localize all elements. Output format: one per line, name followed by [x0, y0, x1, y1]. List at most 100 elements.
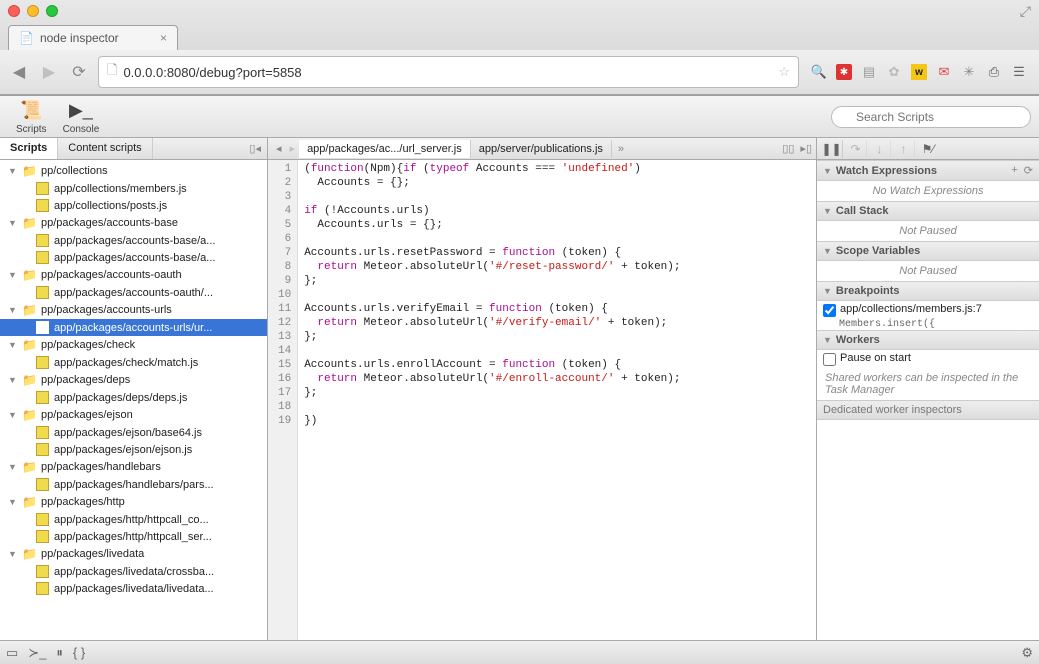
step-over-button[interactable]: ↷ [845, 140, 867, 158]
pause-icon[interactable]: ⏸ [56, 645, 63, 661]
close-window-button[interactable] [8, 5, 20, 17]
tree-file[interactable]: app/collections/members.js [0, 180, 267, 197]
callstack-status: Not Paused [817, 221, 1039, 241]
tree-file[interactable]: app/packages/accounts-oauth/... [0, 284, 267, 301]
workers-section-header[interactable]: ▼ Workers [817, 330, 1039, 350]
chevron-down-icon: ▼ [8, 375, 18, 385]
back-button[interactable]: ◀ [8, 61, 30, 83]
breakpoint-checkbox[interactable] [823, 304, 836, 317]
refresh-watch-icon[interactable]: ⟳ [1024, 164, 1033, 177]
tree-file[interactable]: app/packages/accounts-base/a... [0, 249, 267, 266]
settings-gear-icon[interactable]: ⚙ [1021, 645, 1033, 661]
tree-file[interactable]: app/packages/accounts-urls/ur... [0, 319, 267, 336]
gmail-ext-icon[interactable]: ✉ [936, 64, 952, 80]
js-file-icon [36, 513, 49, 526]
deactivate-breakpoints-button[interactable]: ⚑⁄ [917, 140, 939, 158]
collapse-navigator-icon[interactable]: ▯◂ [243, 138, 267, 159]
code-editor[interactable]: 12345678910111213141516171819 (function(… [268, 160, 816, 640]
editor-nav-back-icon[interactable]: ◂ [272, 142, 286, 155]
globe-icon: 🗋 [107, 61, 117, 83]
minimize-window-button[interactable] [27, 5, 39, 17]
tree-folder[interactable]: ▼📁pp/packages/handlebars [0, 458, 267, 476]
step-out-button[interactable]: ↑ [893, 140, 915, 158]
editor-tab[interactable]: app/packages/ac.../url_server.js [299, 140, 471, 158]
file-label: app/packages/http/httpcall_ser... [54, 531, 212, 543]
pause-button[interactable]: ❚❚ [821, 140, 843, 158]
tree-file[interactable]: app/packages/ejson/ejson.js [0, 441, 267, 458]
tree-folder[interactable]: ▼📁pp/packages/accounts-oauth [0, 266, 267, 284]
file-label: app/collections/members.js [54, 183, 187, 195]
tree-folder[interactable]: ▼📁pp/packages/accounts-urls [0, 301, 267, 319]
tree-file[interactable]: app/packages/livedata/livedata... [0, 580, 267, 597]
file-label: app/packages/accounts-oauth/... [54, 287, 213, 299]
bookmark-star-icon[interactable]: ☆ [778, 64, 790, 80]
breakpoints-section-header[interactable]: ▼ Breakpoints [817, 281, 1039, 301]
reload-button[interactable]: ⟳ [68, 61, 90, 83]
search-ext-icon[interactable]: 🔍 [811, 64, 827, 80]
editor-tab[interactable]: app/server/publications.js [471, 140, 612, 158]
tree-folder[interactable]: ▼📁pp/packages/accounts-base [0, 214, 267, 232]
tree-file[interactable]: app/packages/accounts-base/a... [0, 232, 267, 249]
chevron-down-icon: ▼ [8, 270, 18, 280]
forward-button[interactable]: ▶ [38, 61, 60, 83]
url-input[interactable]: 🗋 0.0.0.0:8080/debug?port=5858 ☆ [98, 56, 799, 88]
scripts-icon: 📜 [19, 99, 43, 123]
ext-icon-grey2[interactable]: ✿ [886, 64, 902, 80]
zoom-window-button[interactable] [46, 5, 58, 17]
menu-icon[interactable]: ☰ [1011, 64, 1027, 80]
pretty-print-icon[interactable]: { } [73, 645, 85, 660]
folder-label: pp/packages/accounts-urls [41, 304, 172, 316]
scope-section-header[interactable]: ▼ Scope Variables [817, 241, 1039, 261]
tree-folder[interactable]: ▼📁pp/collections [0, 162, 267, 180]
tree-folder[interactable]: ▼📁pp/packages/http [0, 493, 267, 511]
console-drawer-icon[interactable]: ≻_ [28, 645, 46, 661]
ext-icon-print[interactable]: ⎙ [986, 64, 1002, 80]
watch-section-header[interactable]: ▼ Watch Expressions +⟳ [817, 160, 1039, 181]
tree-folder[interactable]: ▼📁pp/packages/livedata [0, 545, 267, 563]
pause-on-start-checkbox[interactable] [823, 353, 836, 366]
console-tool-button[interactable]: ▶_ Console [55, 97, 108, 137]
browser-tabstrip: 📄 node inspector × [0, 22, 1039, 50]
editor-tabstrip: ◂ ▸ app/packages/ac.../url_server.jsapp/… [268, 138, 816, 160]
editor-collapse-icon[interactable]: ▸▯ [800, 142, 812, 155]
file-label: app/packages/livedata/crossba... [54, 566, 214, 578]
tree-file[interactable]: app/packages/livedata/crossba... [0, 563, 267, 580]
callstack-section-header[interactable]: ▼ Call Stack [817, 201, 1039, 221]
tree-file[interactable]: app/collections/posts.js [0, 197, 267, 214]
ext-icon-grey1[interactable]: ▤ [861, 64, 877, 80]
dedicated-workers-header[interactable]: Dedicated worker inspectors [817, 400, 1039, 420]
dock-icon[interactable]: ▭ [6, 645, 18, 661]
ext-icon-w[interactable]: w [911, 64, 927, 80]
tab-content-scripts[interactable]: Content scripts [58, 138, 152, 159]
chevron-down-icon: ▼ [823, 206, 832, 216]
editor-more-tabs-icon[interactable]: » [618, 143, 624, 155]
file-label: app/packages/accounts-base/a... [54, 252, 215, 264]
ext-icon-bug[interactable]: ✳ [961, 64, 977, 80]
tree-folder[interactable]: ▼📁pp/packages/check [0, 336, 267, 354]
scripts-tool-button[interactable]: 📜 Scripts [8, 97, 55, 137]
tree-file[interactable]: app/packages/check/match.js [0, 354, 267, 371]
editor-layout-icon[interactable]: ▯▯ [782, 142, 794, 155]
tree-file[interactable]: app/packages/deps/deps.js [0, 389, 267, 406]
tree-file[interactable]: app/packages/http/httpcall_co... [0, 511, 267, 528]
breakpoint-item[interactable]: app/collections/members.js:7 [817, 301, 1039, 319]
folder-icon: 📁 [22, 547, 37, 561]
ext-icon-red[interactable]: ✱ [836, 64, 852, 80]
add-watch-icon[interactable]: + [1011, 164, 1017, 177]
fullscreen-icon[interactable]: ⤢ [1020, 3, 1031, 20]
tab-scripts[interactable]: Scripts [0, 138, 58, 159]
folder-label: pp/packages/check [41, 339, 135, 351]
tree-folder[interactable]: ▼📁pp/packages/ejson [0, 406, 267, 424]
chevron-down-icon: ▼ [823, 286, 832, 296]
tab-close-icon[interactable]: × [160, 31, 167, 45]
search-scripts-input[interactable] [831, 106, 1031, 128]
pause-on-start-row[interactable]: Pause on start [817, 350, 1039, 368]
tree-file[interactable]: app/packages/http/httpcall_ser... [0, 528, 267, 545]
browser-tab[interactable]: 📄 node inspector × [8, 25, 178, 50]
step-into-button[interactable]: ↓ [869, 140, 891, 158]
tree-file[interactable]: app/packages/handlebars/pars... [0, 476, 267, 493]
tree-folder[interactable]: ▼📁pp/packages/deps [0, 371, 267, 389]
editor-nav-fwd-icon[interactable]: ▸ [286, 142, 300, 155]
tree-file[interactable]: app/packages/ejson/base64.js [0, 424, 267, 441]
url-text: 0.0.0.0:8080/debug?port=5858 [123, 65, 301, 80]
